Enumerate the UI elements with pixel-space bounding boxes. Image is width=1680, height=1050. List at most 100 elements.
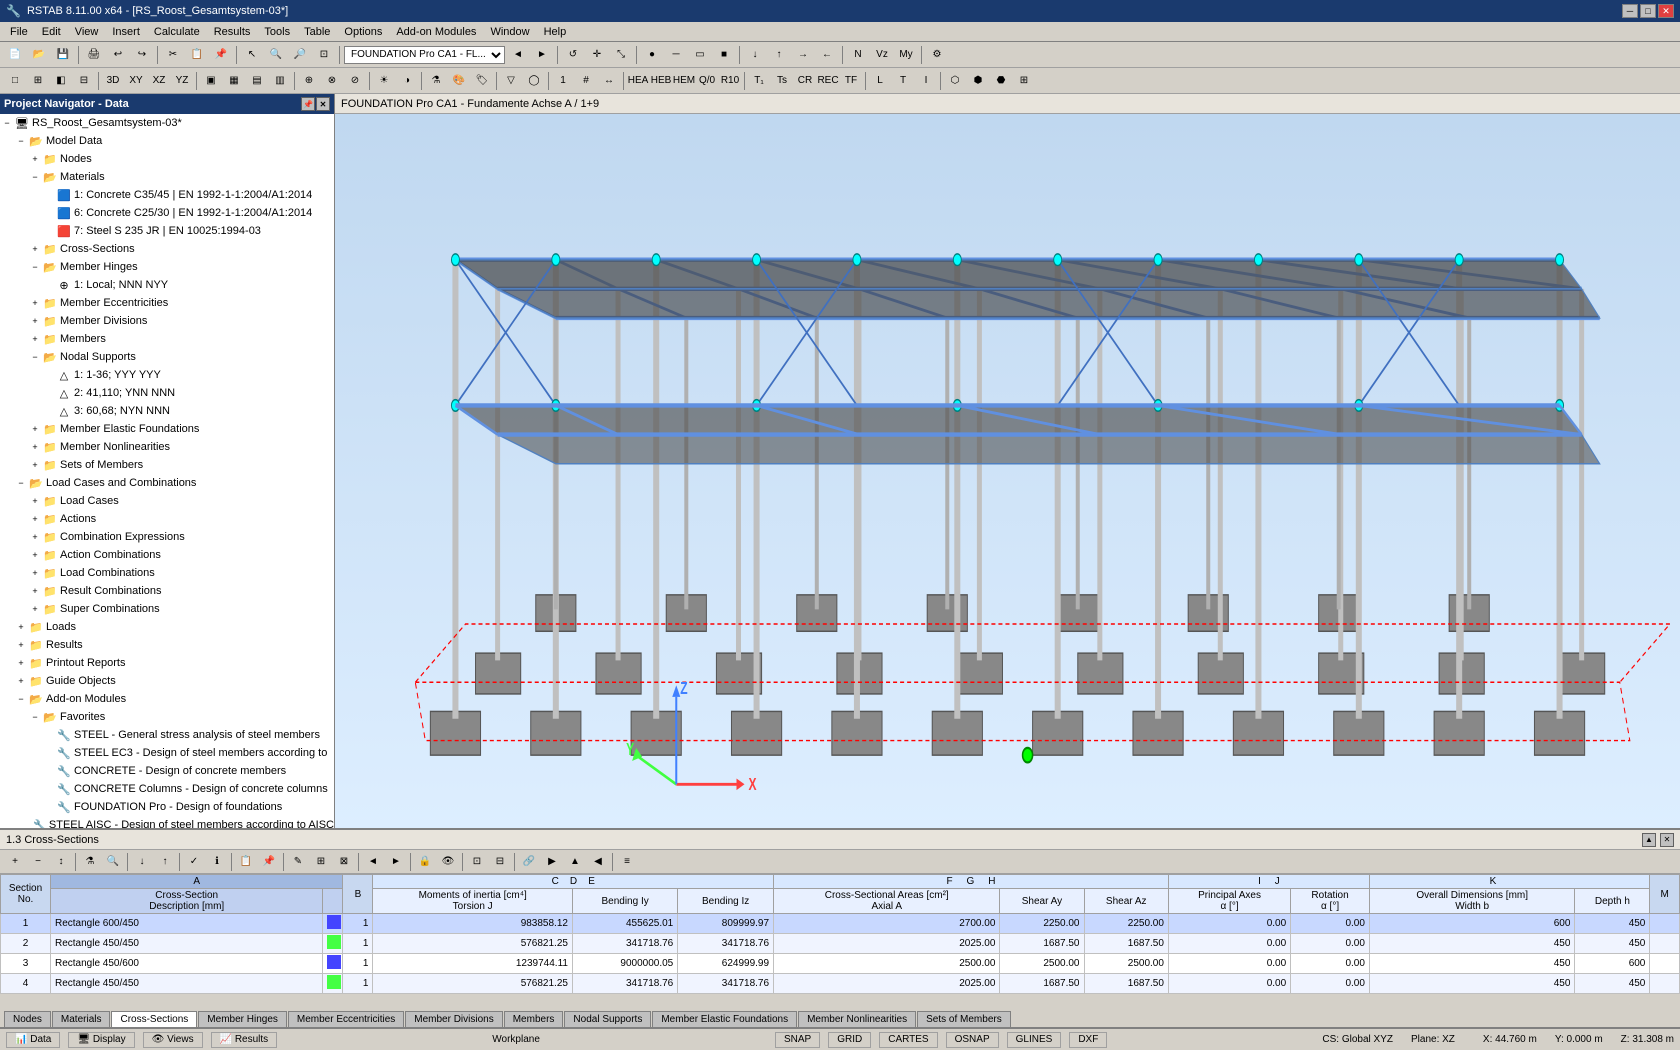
cross-sections-table[interactable]: SectionNo. A B C D E F G H I J K M Cross… [0, 874, 1680, 1006]
bt-arrow-up[interactable]: ▲ [564, 851, 586, 873]
tb2-numline[interactable]: 1 [552, 70, 574, 92]
tb2-render3[interactable]: ▤ [246, 70, 268, 92]
bottom-tab-member-elastic-foundations[interactable]: Member Elastic Foundations [652, 1011, 797, 1027]
tb-results2[interactable]: Vz [871, 44, 893, 66]
bottom-tab-nodes[interactable]: Nodes [4, 1011, 51, 1027]
bt-check[interactable]: ✓ [183, 851, 205, 873]
status-dxf[interactable]: DXF [1069, 1032, 1107, 1048]
tree-item-nodes[interactable]: +📁Nodes [0, 150, 334, 168]
bt-export[interactable]: ↑ [154, 851, 176, 873]
tb-print[interactable]: 🖨 [83, 44, 105, 66]
foundation-combo[interactable]: FOUNDATION Pro CA1 - FL... [344, 46, 505, 64]
tb-open[interactable]: 📂 [28, 44, 50, 66]
tb2-view3[interactable]: ◧ [50, 70, 72, 92]
tb2-render2[interactable]: ▦ [223, 70, 245, 92]
tb2-more1[interactable]: HEA [627, 70, 649, 92]
tree-toggle-loads[interactable]: + [14, 620, 28, 634]
panel-pin-btn[interactable]: 📌 [301, 97, 315, 111]
tb-paste[interactable]: 📌 [210, 44, 232, 66]
minimize-btn[interactable]: ─ [1622, 4, 1638, 18]
tb-new[interactable]: 📄 [4, 44, 26, 66]
menu-file[interactable]: File [4, 24, 34, 40]
bottom-tab-members[interactable]: Members [504, 1011, 564, 1027]
tb2-cr[interactable]: CR [794, 70, 816, 92]
tb2-filter[interactable]: ⚗ [425, 70, 447, 92]
bt-select-all[interactable]: ⊡ [466, 851, 488, 873]
tb-undo[interactable]: ↩ [107, 44, 129, 66]
tree-item-model[interactable]: −📂Model Data [0, 132, 334, 150]
tree-item-sets[interactable]: +📁Sets of Members [0, 456, 334, 474]
bottom-tab-cross-sections[interactable]: Cross-Sections [111, 1011, 197, 1027]
tb-surface[interactable]: ▭ [689, 44, 711, 66]
tb-zoom-out[interactable]: 🔎 [289, 44, 311, 66]
tree-toggle-root[interactable]: − [0, 116, 14, 130]
bt-lock[interactable]: 🔒 [414, 851, 436, 873]
tree-item-mnl[interactable]: +📁Member Nonlinearities [0, 438, 334, 456]
tree-item-guide[interactable]: +📁Guide Objects [0, 672, 334, 690]
tree-toggle-loadcomb[interactable]: + [28, 566, 42, 580]
bottom-tab-materials[interactable]: Materials [52, 1011, 111, 1027]
tb-load4[interactable]: ← [816, 44, 838, 66]
tb2-t[interactable]: T [892, 70, 914, 92]
bottom-tab-member-divisions[interactable]: Member Divisions [405, 1011, 502, 1027]
tb-copy[interactable]: 📋 [186, 44, 208, 66]
bt-next-row[interactable]: ► [385, 851, 407, 873]
tb2-view2[interactable]: ⊞ [27, 70, 49, 92]
menu-help[interactable]: Help [538, 24, 573, 40]
tb-redo[interactable]: ↪ [131, 44, 153, 66]
bt-info[interactable]: ℹ [206, 851, 228, 873]
title-bar-controls[interactable]: ─ □ ✕ [1622, 4, 1674, 18]
tree-item-fav4[interactable]: 🔧CONCRETE Columns - Design of concrete c… [0, 780, 334, 798]
tb2-snap2[interactable]: ⊗ [321, 70, 343, 92]
tree-item-cross[interactable]: +📁Cross-Sections [0, 240, 334, 258]
bt-paste-table[interactable]: 📌 [258, 851, 280, 873]
tree-toggle-guide[interactable]: + [14, 674, 28, 688]
status-snap[interactable]: SNAP [775, 1032, 820, 1048]
menu-window[interactable]: Window [484, 24, 535, 40]
tree-item-ns3[interactable]: △3: 60,68; NYN NNN [0, 402, 334, 420]
tb2-rec[interactable]: REC [817, 70, 839, 92]
tb2-xy[interactable]: XY [125, 70, 147, 92]
tb2-snap3[interactable]: ⊘ [344, 70, 366, 92]
bt-sort[interactable]: ↕ [50, 851, 72, 873]
bt-edit3[interactable]: ⊠ [333, 851, 355, 873]
tree-toggle-cross[interactable]: + [28, 242, 42, 256]
bt-detail[interactable]: ≡ [616, 851, 638, 873]
menu-addon[interactable]: Add-on Modules [390, 24, 482, 40]
tb2-view4[interactable]: ⊟ [73, 70, 95, 92]
tb2-color[interactable]: 🎨 [448, 70, 470, 92]
tree-item-resultcomb[interactable]: +📁Result Combinations [0, 582, 334, 600]
tree-item-fav5[interactable]: 🔧FOUNDATION Pro - Design of foundations [0, 798, 334, 816]
tree-item-mat1[interactable]: 🟦1: Concrete C35/45 | EN 1992-1-1:2004/A… [0, 186, 334, 204]
tb-select[interactable]: ↖ [241, 44, 263, 66]
tb2-more8[interactable]: ⬣ [990, 70, 1012, 92]
tb-scale[interactable]: ⤡ [610, 44, 632, 66]
bt-import[interactable]: ↓ [131, 851, 153, 873]
3d-view[interactable]: X Y Z [335, 114, 1680, 828]
bt-edit1[interactable]: ✎ [287, 851, 309, 873]
tb2-more6[interactable]: ⬡ [944, 70, 966, 92]
bt-new-row[interactable]: + [4, 851, 26, 873]
tb2-l[interactable]: L [869, 70, 891, 92]
tree-item-mat6[interactable]: 🟦6: Concrete C25/30 | EN 1992-1-1:2004/A… [0, 204, 334, 222]
tree-item-results[interactable]: +📁Results [0, 636, 334, 654]
bottom-tab-nodal-supports[interactable]: Nodal Supports [564, 1011, 651, 1027]
tree-item-lc[interactable]: +📁Load Cases [0, 492, 334, 510]
tb-solid[interactable]: ■ [713, 44, 735, 66]
tb2-more9[interactable]: ⊞ [1013, 70, 1035, 92]
tb-cut[interactable]: ✂ [162, 44, 184, 66]
tb2-more2[interactable]: HEB [650, 70, 672, 92]
tb2-render1[interactable]: ▣ [200, 70, 222, 92]
tree-item-ns1[interactable]: △1: 1-36; YYY YYY [0, 366, 334, 384]
tree-item-ecc[interactable]: +📁Member Eccentricities [0, 294, 334, 312]
status-tab-display[interactable]: 🖥 Display [68, 1032, 134, 1048]
status-tab-results[interactable]: 📈 Results [211, 1032, 278, 1048]
tb2-3d[interactable]: 3D [102, 70, 124, 92]
bt-edit2[interactable]: ⊞ [310, 851, 332, 873]
tree-toggle-sets[interactable]: + [28, 458, 42, 472]
tree-item-hinges[interactable]: −📂Member Hinges [0, 258, 334, 276]
tb2-tl[interactable]: T₁ [748, 70, 770, 92]
tree-item-actioncomb[interactable]: +📁Action Combinations [0, 546, 334, 564]
menu-table[interactable]: Table [298, 24, 336, 40]
tree-item-addon[interactable]: −📂Add-on Modules [0, 690, 334, 708]
